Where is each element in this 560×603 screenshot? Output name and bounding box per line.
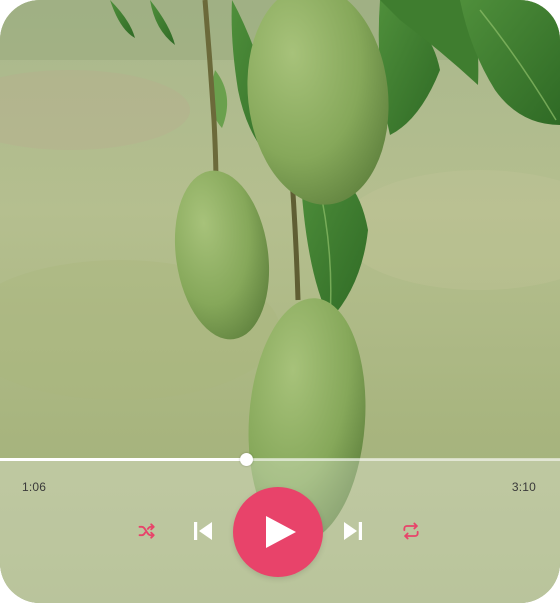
skip-next-icon (344, 522, 362, 540)
shuffle-icon (138, 523, 155, 539)
previous-button[interactable] (188, 516, 218, 546)
next-button[interactable] (338, 516, 368, 546)
progress-fill (0, 458, 247, 461)
repeat-button[interactable] (396, 516, 426, 546)
play-button[interactable] (233, 487, 323, 577)
skip-previous-icon (194, 522, 212, 540)
elapsed-time: 1:06 (22, 480, 47, 494)
total-duration: 3:10 (511, 480, 536, 494)
shuffle-button[interactable] (132, 516, 162, 546)
repeat-icon (403, 522, 419, 540)
music-player-card: 1:06 3:10 (0, 0, 560, 603)
progress-track[interactable] (0, 453, 560, 466)
play-icon (266, 516, 296, 548)
